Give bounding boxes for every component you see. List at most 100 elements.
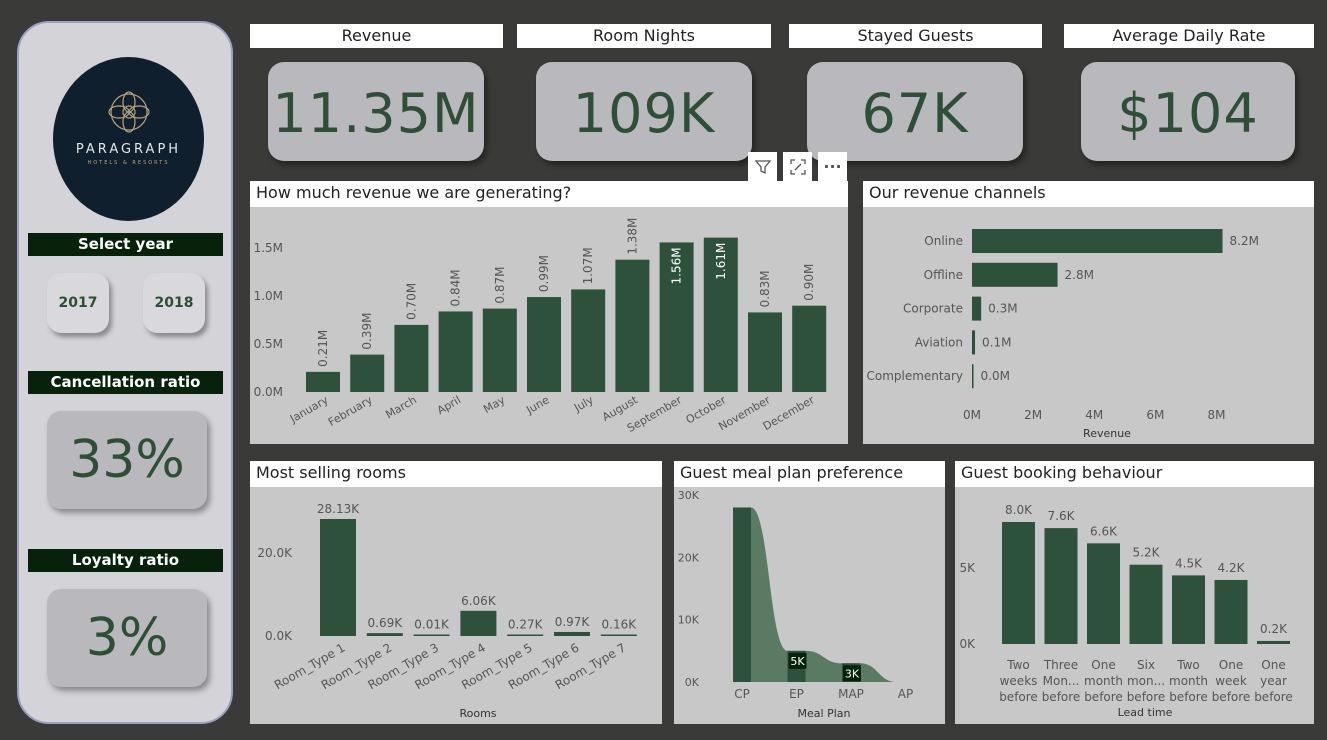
x-tick-label: February (326, 393, 375, 429)
bar-april (438, 311, 473, 392)
x-tick-label: May (481, 393, 508, 416)
x-axis-title: Lead time (1118, 706, 1173, 719)
x-tick-label: 2M (1024, 408, 1042, 422)
year-2017-button[interactable]: 2017 (47, 273, 109, 333)
monthly-revenue-panel: How much revenue we are generating? 0.0M… (250, 181, 848, 444)
x-tick-label: before (1212, 690, 1251, 704)
data-label: 0.70M (404, 283, 418, 320)
brand-tagline: HOTELS & RESORTS (87, 160, 170, 166)
data-label: 6.06K (461, 594, 497, 608)
bar-november (748, 312, 782, 392)
kpi-revenue-value: 11.35M (268, 62, 484, 161)
revenue-channels-panel: Our revenue channels Online 8.2M Offline 2.… (863, 181, 1314, 444)
x-tick-label: before (999, 690, 1038, 704)
sidebar: PARAGRAPH HOTELS & RESORTS Select year 2… (17, 21, 233, 724)
data-label: 8.0K (1005, 503, 1033, 517)
x-tick-label: June (523, 393, 551, 417)
monthly-revenue-chart: 0.0M 0.5M 1.0M 1.5M 0.21M January 0.39M Februar… (254, 218, 827, 435)
x-tick-label: before (1084, 690, 1123, 704)
bar-room-type-5 (507, 634, 544, 636)
x-tick-label: Six (1137, 658, 1155, 672)
x-tick-label: January (287, 393, 331, 426)
data-label: 0.87M (493, 267, 507, 304)
kpi-revenue-title: Revenue (250, 24, 503, 48)
x-tick-label: EP (789, 687, 804, 701)
x-tick-label: One (1219, 658, 1243, 672)
data-label: 1.61M (714, 243, 728, 280)
category-label: Complementary (866, 369, 963, 383)
more-options-button[interactable]: ··· (818, 152, 847, 181)
x-tick-label: Mon... (1043, 674, 1080, 688)
year-2018-button[interactable]: 2018 (143, 273, 205, 333)
y-tick-label: 20.0K (257, 546, 293, 560)
y-tick-label: 1.0M (254, 289, 283, 303)
y-tick-label: 5K (959, 561, 976, 575)
data-label: 5K (790, 655, 805, 668)
data-label: 0.01K (414, 618, 450, 632)
meal-plan-chart: 0K 10K 20K 30K CP 5K EP 3K MAP AP Meal Plan (678, 489, 915, 720)
x-axis-title: Revenue (1083, 427, 1131, 440)
bar-room-type-7 (600, 634, 637, 636)
filter-button[interactable] (748, 152, 777, 181)
x-tick-label: Three (1043, 658, 1078, 672)
bar-aviation (972, 330, 976, 355)
cancellation-ratio-label: Cancellation ratio (28, 371, 223, 394)
x-tick-label: before (1254, 690, 1293, 704)
kpi-adr-title: Average Daily Rate (1064, 24, 1314, 48)
bar-january (306, 371, 340, 392)
x-tick-label: One (1091, 658, 1115, 672)
y-tick-label: 20K (678, 551, 700, 564)
bar-room-type-6 (554, 631, 590, 636)
bar-three-mon-before (1044, 528, 1078, 644)
data-label: 4.2K (1218, 561, 1246, 575)
flower-icon (108, 91, 150, 133)
bar-online (972, 229, 1223, 253)
room-types-panel: Most selling rooms 0.0K 20.0K 28.13K Room_T… (250, 461, 662, 724)
filter-icon (754, 159, 771, 174)
x-tick-label: 0M (963, 408, 981, 422)
kpi-stayed-guests-value: 67K (807, 62, 1023, 161)
x-axis-title: Rooms (459, 707, 496, 720)
more-options-icon: ··· (823, 157, 842, 176)
data-label: 0.90M (802, 264, 816, 301)
kpi-adr-value: $104 (1081, 62, 1295, 161)
bar-february (350, 354, 385, 392)
kpi-room-nights-value: 109K (536, 62, 752, 161)
focus-mode-button[interactable] (783, 152, 812, 181)
x-tick-label: before (1042, 690, 1081, 704)
bar-june (527, 297, 561, 392)
bar-room-type-4 (460, 610, 497, 636)
bar-july (571, 289, 606, 392)
data-label: 5.2K (1133, 546, 1161, 560)
x-tick-label: MAP (838, 687, 864, 701)
x-tick-label: weeks (1000, 674, 1038, 688)
data-label: 1.07M (581, 247, 595, 284)
lead-time-panel: Guest booking behaviour 0K 5K 8.0K Two weeks… (955, 461, 1314, 724)
bar-room-type-3 (413, 634, 450, 636)
data-label: 0.3M (988, 302, 1017, 316)
x-tick-label: 8M (1207, 408, 1225, 422)
ribbon-area (733, 507, 915, 682)
y-tick-label: 30K (678, 489, 700, 502)
brand-logo: PARAGRAPH HOTELS & RESORTS (53, 57, 204, 221)
y-tick-label: 0.0M (254, 385, 283, 399)
data-label: 0.97K (555, 615, 591, 629)
data-label: 0.84M (449, 269, 463, 306)
y-tick-label: 10K (678, 614, 700, 627)
bar-cp (733, 507, 751, 682)
data-label: 8.2M (1230, 234, 1259, 248)
category-label: Aviation (915, 335, 963, 349)
x-tick-label: March (383, 393, 419, 421)
data-label: 1.38M (625, 218, 639, 255)
bar-may (482, 308, 517, 392)
data-label: 7.6K (1048, 509, 1076, 523)
brand-name: PARAGRAPH (75, 142, 182, 157)
data-label: 4.5K (1175, 556, 1203, 570)
x-tick-label: month (1084, 674, 1123, 688)
data-label: 0.39M (360, 313, 374, 350)
bar-six-mon-before (1129, 564, 1163, 644)
data-label: 0.99M (537, 255, 551, 292)
bar-one-year-before (1257, 640, 1290, 644)
x-tick-label: 4M (1085, 408, 1103, 422)
bar-one-week-before (1214, 579, 1248, 644)
